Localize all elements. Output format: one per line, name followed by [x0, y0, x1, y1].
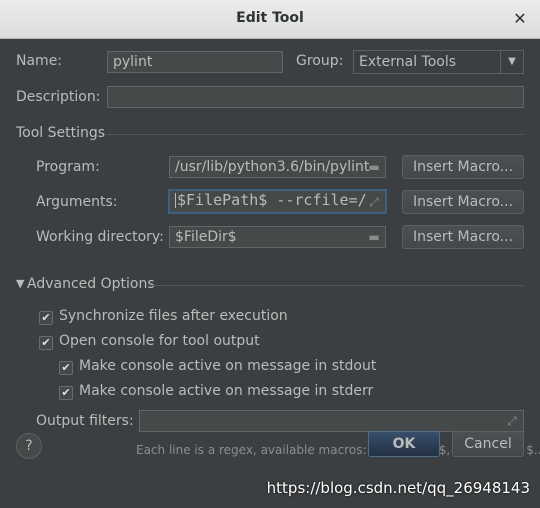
folder-icon[interactable]: ▬: [366, 229, 382, 245]
group-select[interactable]: External Tools ▼: [353, 50, 524, 74]
tool-settings-separator: [106, 134, 524, 135]
help-button[interactable]: ?: [16, 433, 42, 459]
workdir-input[interactable]: $FileDir$ ▬: [169, 226, 386, 248]
ok-button[interactable]: OK: [368, 431, 440, 457]
title-bar: Edit Tool ✕: [0, 0, 540, 39]
arguments-value: $FilePath$ --rcfile=/: [177, 191, 367, 209]
console-stderr-checkbox[interactable]: ✔: [59, 386, 73, 400]
arguments-label: Arguments:: [36, 194, 118, 210]
sync-files-checkbox[interactable]: ✔: [39, 311, 53, 325]
tool-settings-title: Tool Settings: [16, 125, 106, 141]
collapse-triangle-icon[interactable]: ▼: [16, 277, 24, 290]
name-label: Name:: [16, 53, 63, 69]
program-input[interactable]: /usr/lib/python3.6/bin/pylint ▬: [169, 156, 386, 178]
output-filters-input[interactable]: ⤢: [139, 410, 524, 432]
advanced-separator: [148, 285, 524, 286]
arguments-input[interactable]: $FilePath$ --rcfile=/ ⤢: [168, 189, 387, 214]
expand-icon[interactable]: ⤢: [504, 413, 520, 429]
console-stdout-checkbox[interactable]: ✔: [59, 361, 73, 375]
program-insert-macro-button[interactable]: Insert Macro...: [402, 155, 524, 179]
advanced-options-title[interactable]: Advanced Options: [27, 276, 155, 292]
console-stdout-label[interactable]: Make console active on message in stdout: [79, 358, 376, 374]
cancel-button[interactable]: Cancel: [452, 431, 524, 457]
group-label: Group:: [296, 53, 344, 69]
workdir-insert-macro-button[interactable]: Insert Macro...: [402, 225, 524, 249]
folder-icon[interactable]: ▬: [366, 159, 382, 175]
program-label: Program:: [36, 159, 100, 175]
console-stderr-label[interactable]: Make console active on message in stderr: [79, 383, 373, 399]
close-icon[interactable]: ✕: [510, 9, 530, 29]
arguments-insert-macro-button[interactable]: Insert Macro...: [402, 190, 524, 214]
dialog-title: Edit Tool: [236, 10, 304, 26]
description-label: Description:: [16, 89, 101, 105]
output-filters-label: Output filters:: [36, 413, 134, 429]
workdir-value: $FileDir$: [175, 229, 237, 245]
open-console-checkbox[interactable]: ✔: [39, 336, 53, 350]
dialog-body: Name: pylint Group: External Tools ▼ Des…: [0, 39, 540, 508]
text-caret: [175, 193, 176, 208]
open-console-label[interactable]: Open console for tool output: [59, 333, 260, 349]
expand-icon[interactable]: ⤢: [366, 194, 382, 210]
watermark-text: https://blog.csdn.net/qq_26948143: [266, 479, 530, 497]
program-value: /usr/lib/python3.6/bin/pylint: [175, 159, 370, 175]
group-select-value: External Tools: [359, 54, 457, 70]
chevron-down-icon: ▼: [500, 51, 523, 73]
description-input[interactable]: [107, 86, 524, 108]
sync-files-label[interactable]: Synchronize files after execution: [59, 308, 288, 324]
name-input[interactable]: pylint: [107, 51, 283, 73]
workdir-label: Working directory:: [36, 229, 164, 245]
